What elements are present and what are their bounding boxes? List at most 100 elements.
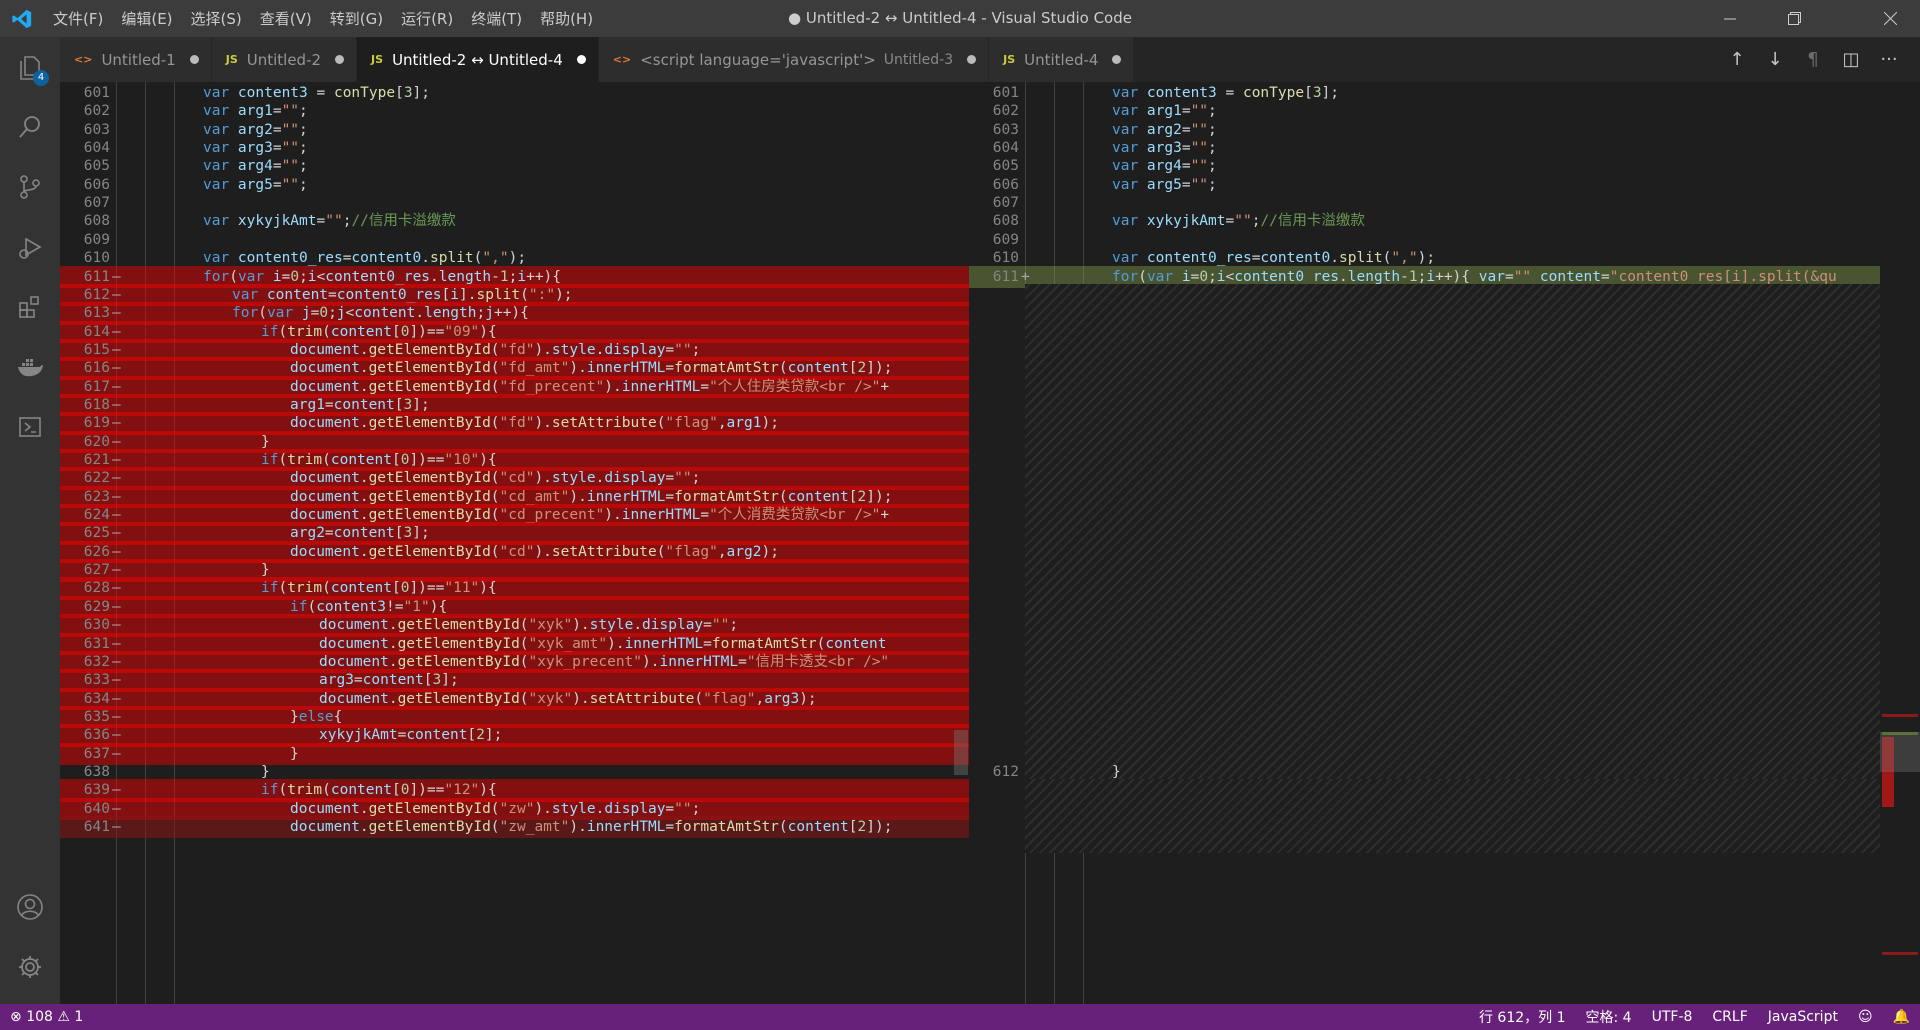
- code-token: ;: [299, 158, 308, 175]
- menu-item[interactable]: 运行(R): [392, 8, 462, 29]
- code-token: }: [261, 763, 270, 780]
- explorer-icon[interactable]: 4: [0, 37, 60, 97]
- close-icon[interactable]: [1862, 0, 1918, 37]
- code-token: ;: [1208, 176, 1217, 193]
- code-token: "": [281, 103, 300, 120]
- diff-marker: —: [112, 819, 121, 835]
- code-token: getElementById: [397, 653, 520, 670]
- editor-tab[interactable]: <> Untitled-1: [60, 37, 212, 82]
- code-token: "fd_amt": [499, 360, 570, 377]
- code-token: [: [848, 360, 858, 377]
- code-token: "10": [444, 452, 480, 468]
- code-token: var: [203, 103, 238, 120]
- javascript-file-icon: JS: [371, 53, 384, 66]
- code-token: =: [665, 800, 675, 817]
- editor-tab[interactable]: <> <script language='javascript'> Untitled…: [598, 37, 990, 82]
- code-token: var: [1112, 250, 1147, 267]
- code-token: }: [261, 562, 270, 579]
- editor-tab[interactable]: JS Untitled-2: [211, 37, 358, 82]
- restore-icon[interactable]: [1766, 0, 1822, 37]
- source-control-icon[interactable]: [0, 157, 60, 217]
- code-token: =: [353, 672, 363, 689]
- left-scrollbar-thumb[interactable]: [954, 730, 968, 775]
- code-token: document: [290, 800, 360, 817]
- code-token: var: [1112, 176, 1147, 193]
- indentation[interactable]: 空格: 4: [1576, 1007, 1642, 1027]
- code-token: (: [490, 470, 500, 487]
- code-line[interactable]: 641— document.getElementById("zw_amt").in…: [60, 816, 969, 839]
- run-debug-icon[interactable]: [0, 217, 60, 277]
- code-token: ).: [534, 470, 552, 487]
- menu-item[interactable]: 选择(S): [182, 8, 251, 29]
- code-token: style: [551, 341, 596, 358]
- code-token: var: [1478, 268, 1505, 285]
- code-token: "": [674, 800, 692, 817]
- code-token: ];: [412, 396, 430, 413]
- code-token: for: [1112, 268, 1139, 285]
- code-token: var: [266, 305, 302, 322]
- unsaved-dot-icon: [967, 55, 977, 64]
- code-token: .: [359, 470, 369, 487]
- code-token: +: [880, 378, 890, 395]
- code-token: =: [1181, 158, 1191, 175]
- code-token: arg2: [1146, 121, 1182, 138]
- code-token: i: [1426, 268, 1436, 285]
- code-token: trim: [287, 452, 323, 468]
- modified-editor-pane[interactable]: 601 var content3 = conType[3]; 602 var arg1…: [969, 82, 1880, 1004]
- code-token: ;: [299, 176, 308, 193]
- minimize-icon[interactable]: [1702, 0, 1758, 37]
- original-editor-pane[interactable]: 601 var content3 = conType[3]; 602 var arg1…: [60, 82, 969, 1004]
- feedback-icon[interactable]: ☺: [1848, 1009, 1883, 1025]
- extensions-icon[interactable]: [0, 277, 60, 337]
- code-token: document: [290, 341, 360, 358]
- code-token: =: [272, 103, 282, 120]
- code-token: content0_res: [1234, 268, 1340, 285]
- editor-tab[interactable]: JS Untitled-4: [989, 37, 1135, 82]
- code-token: "content0_res[i].split(&qu: [1609, 268, 1837, 285]
- code-token: var: [1112, 213, 1147, 230]
- code-token: ).: [607, 635, 625, 652]
- menu-item[interactable]: 终端(T): [462, 8, 531, 29]
- encoding[interactable]: UTF-8: [1642, 1009, 1703, 1025]
- code-token: content: [333, 396, 395, 413]
- code-token: getElementById: [368, 800, 491, 817]
- next-change-icon[interactable]: ↓: [1756, 49, 1794, 70]
- code-token: =: [328, 286, 337, 303]
- remote-explorer-icon[interactable]: [0, 397, 60, 457]
- code-token: "12": [444, 782, 480, 799]
- menu-item[interactable]: 编辑(E): [112, 8, 181, 29]
- code-token: if: [261, 782, 279, 799]
- diff-overview-ruler: [1880, 82, 1920, 1004]
- notifications-bell-icon[interactable]: 🔔: [1883, 1009, 1920, 1025]
- code-token: var: [1146, 268, 1182, 285]
- split-editor-icon[interactable]: ◫: [1832, 49, 1870, 70]
- language-mode[interactable]: JavaScript: [1758, 1009, 1848, 1025]
- search-icon[interactable]: [0, 97, 60, 157]
- more-actions-icon[interactable]: ···: [1870, 49, 1908, 70]
- code-token: getElementById: [368, 378, 491, 395]
- code-token: =: [307, 85, 334, 101]
- code-token: [: [848, 819, 858, 835]
- code-token: //信用卡溢缴款: [351, 213, 456, 230]
- code-token: 1: [1408, 268, 1418, 285]
- editor-tab[interactable]: JS Untitled-2 ↔ Untitled-4: [357, 37, 599, 82]
- line-ending[interactable]: CRLF: [1702, 1009, 1757, 1025]
- code-token: trim: [287, 580, 323, 597]
- menu-item[interactable]: 转到(G): [321, 8, 392, 29]
- settings-gear-icon[interactable]: [0, 937, 60, 997]
- cursor-position[interactable]: 行 612，列 1: [1469, 1007, 1576, 1027]
- show-whitespace-icon[interactable]: ¶: [1794, 49, 1832, 70]
- code-token: content0_res: [336, 286, 442, 303]
- vscode-logo-icon: [0, 0, 44, 37]
- menu-item[interactable]: 文件(F): [44, 8, 112, 29]
- previous-change-icon[interactable]: ↑: [1718, 49, 1756, 70]
- code-token: arg5: [1146, 176, 1182, 193]
- docker-icon[interactable]: [0, 337, 60, 397]
- account-icon[interactable]: [0, 877, 60, 937]
- menu-item[interactable]: 帮助(H): [531, 8, 602, 29]
- problems-indicator[interactable]: ⊗ 108 ⚠ 1: [0, 1009, 93, 1025]
- code-token: =: [665, 360, 675, 377]
- menu-item[interactable]: 查看(V): [251, 8, 321, 29]
- code-token: ).: [534, 415, 552, 432]
- code-token: split: [476, 286, 521, 303]
